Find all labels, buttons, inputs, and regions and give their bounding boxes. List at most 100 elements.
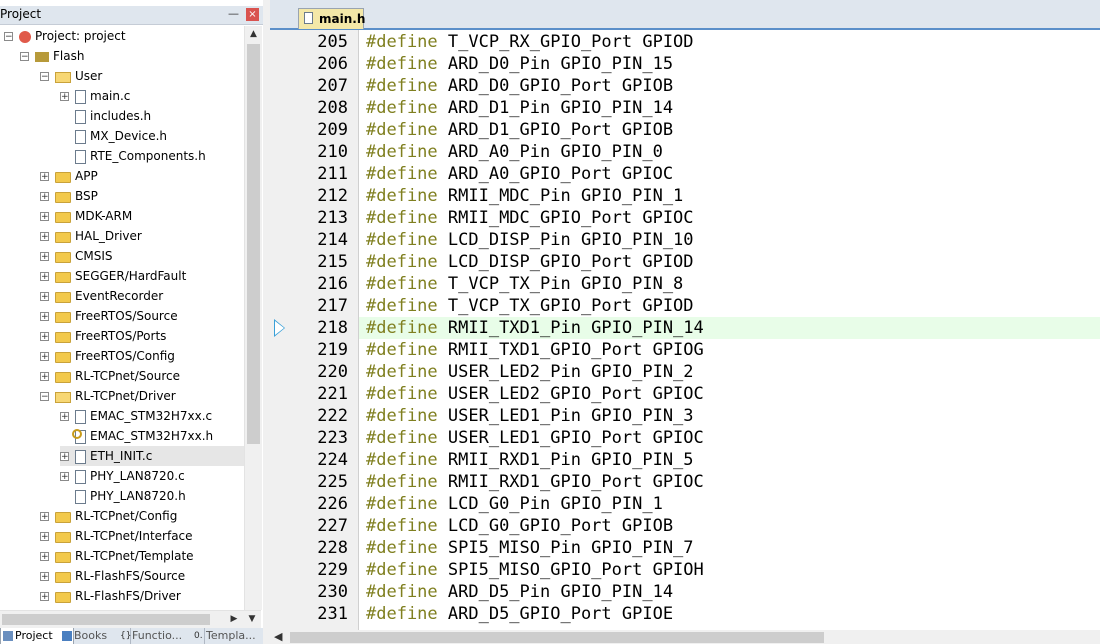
code-line[interactable]: #define T_VCP_TX_Pin GPIO_PIN_8	[359, 273, 1100, 295]
expand-icon[interactable]: +	[40, 192, 49, 202]
tree-item[interactable]: − Flash	[20, 46, 84, 66]
tree-item[interactable]: + ETH_INIT.c	[60, 446, 244, 466]
code-line[interactable]: #define RMII_TXD1_Pin GPIO_PIN_14	[359, 317, 1100, 339]
tab-templates[interactable]: 0. Templa...	[192, 628, 263, 644]
expand-icon[interactable]: +	[40, 252, 49, 262]
code-line[interactable]: #define USER_LED2_GPIO_Port GPIOC	[359, 383, 1100, 405]
code-line[interactable]: #define USER_LED1_GPIO_Port GPIOC	[359, 427, 1100, 449]
panel-splitter[interactable]	[263, 0, 270, 644]
tree-item[interactable]: + RL-FlashFS/Source	[40, 566, 185, 586]
editor-horizontal-scroll-thumb[interactable]	[290, 632, 824, 643]
code-line[interactable]: #define LCD_DISP_GPIO_Port GPIOD	[359, 251, 1100, 273]
expand-icon[interactable]: +	[40, 572, 49, 582]
editor-horizontal-scrollbar[interactable]: ◀	[270, 630, 1100, 644]
scroll-left-arrow-icon[interactable]: ◀	[274, 630, 282, 644]
tree-item[interactable]: − RL-TCPnet/Driver	[40, 386, 176, 406]
expand-icon[interactable]: +	[40, 292, 49, 302]
tree-item[interactable]: + FreeRTOS/Source	[40, 306, 178, 326]
tree-vertical-scroll-thumb[interactable]	[247, 44, 260, 444]
pin-icon[interactable]: —	[228, 7, 239, 20]
tree-vertical-scrollbar[interactable]: ▲	[244, 26, 262, 610]
expand-icon[interactable]: +	[60, 412, 69, 422]
expand-icon[interactable]: +	[60, 452, 69, 462]
tree-horizontal-scroll-thumb[interactable]	[2, 614, 210, 625]
code-line[interactable]: #define ARD_A0_GPIO_Port GPIOC	[359, 163, 1100, 185]
tree-item[interactable]: + RL-TCPnet/Config	[40, 506, 177, 526]
code-line[interactable]: #define ARD_D1_Pin GPIO_PIN_14	[359, 97, 1100, 119]
tree-item[interactable]: + main.c	[60, 86, 130, 106]
collapse-icon[interactable]: −	[40, 392, 49, 402]
code-line[interactable]: #define USER_LED2_Pin GPIO_PIN_2	[359, 361, 1100, 383]
tree-item[interactable]: + APP	[40, 166, 98, 186]
expand-icon[interactable]: +	[40, 272, 49, 282]
tree-item[interactable]: EMAC_STM32H7xx.h	[60, 426, 213, 446]
scroll-down-arrow-icon[interactable]: ▼	[245, 611, 259, 628]
expand-icon[interactable]: +	[40, 372, 49, 382]
tree-item[interactable]: + FreeRTOS/Config	[40, 346, 175, 366]
scroll-up-arrow-icon[interactable]: ▲	[245, 26, 262, 43]
expand-icon[interactable]: +	[40, 312, 49, 322]
tree-item[interactable]: MX_Device.h	[60, 126, 167, 146]
tree-item[interactable]: − User	[40, 66, 102, 86]
code-line[interactable]: #define LCD_G0_Pin GPIO_PIN_1	[359, 493, 1100, 515]
tree-item[interactable]: + FreeRTOS/Ports	[40, 326, 166, 346]
code-line[interactable]: #define RMII_TXD1_GPIO_Port GPIOG	[359, 339, 1100, 361]
define-keyword: #define	[366, 120, 438, 140]
code-line[interactable]: #define ARD_D5_GPIO_Port GPIOE	[359, 603, 1100, 625]
tree-item[interactable]: + CMSIS	[40, 246, 113, 266]
code-line[interactable]: #define ARD_D1_GPIO_Port GPIOB	[359, 119, 1100, 141]
code-line[interactable]: #define USER_LED1_Pin GPIO_PIN_3	[359, 405, 1100, 427]
expand-icon[interactable]: +	[60, 92, 69, 102]
code-line[interactable]: #define T_VCP_TX_GPIO_Port GPIOD	[359, 295, 1100, 317]
expand-icon[interactable]: +	[60, 472, 69, 482]
tree-item[interactable]: + PHY_LAN8720.c	[60, 466, 185, 486]
define-keyword: #define	[366, 340, 438, 360]
code-line[interactable]: #define T_VCP_RX_GPIO_Port GPIOD	[359, 31, 1100, 53]
collapse-icon[interactable]: −	[40, 72, 49, 82]
tree-item[interactable]: + RL-TCPnet/Interface	[40, 526, 193, 546]
tree-item[interactable]: + BSP	[40, 186, 98, 206]
tree-item[interactable]: + RL-TCPnet/Template	[40, 546, 194, 566]
tree-item[interactable]: + EMAC_STM32H7xx.c	[60, 406, 212, 426]
expand-icon[interactable]: +	[40, 172, 49, 182]
expand-icon[interactable]: +	[40, 212, 49, 222]
collapse-icon[interactable]: −	[4, 32, 13, 42]
scroll-right-arrow-icon[interactable]: ▶	[227, 611, 241, 628]
code-line[interactable]: #define RMII_RXD1_GPIO_Port GPIOC	[359, 471, 1100, 493]
tree-horizontal-scrollbar[interactable]: ▶ ▼	[0, 610, 261, 628]
tree-item[interactable]: PHY_LAN8720.h	[60, 486, 186, 506]
close-panel-button[interactable]: ×	[246, 8, 259, 21]
code-line[interactable]: #define ARD_D0_Pin GPIO_PIN_15	[359, 53, 1100, 75]
macro-definition: LCD_G0_Pin GPIO_PIN_1	[437, 494, 663, 514]
code-line[interactable]: #define ARD_A0_Pin GPIO_PIN_0	[359, 141, 1100, 163]
expand-icon[interactable]: +	[40, 532, 49, 542]
code-line[interactable]: #define ARD_D5_Pin GPIO_PIN_14	[359, 581, 1100, 603]
tree-item[interactable]: includes.h	[60, 106, 151, 126]
code-line[interactable]: #define ARD_D0_GPIO_Port GPIOB	[359, 75, 1100, 97]
code-line[interactable]: #define RMII_MDC_GPIO_Port GPIOC	[359, 207, 1100, 229]
tab-main-h[interactable]: main.h	[298, 8, 365, 29]
expand-icon[interactable]: +	[40, 592, 49, 602]
expand-icon[interactable]: +	[40, 332, 49, 342]
tree-item[interactable]: + MDK-ARM	[40, 206, 132, 226]
tree-item[interactable]: − Project: project	[4, 26, 126, 46]
code-line[interactable]: #define RMII_RXD1_Pin GPIO_PIN_5	[359, 449, 1100, 471]
tree-item[interactable]: + HAL_Driver	[40, 226, 142, 246]
tree-item[interactable]: RTE_Components.h	[60, 146, 206, 166]
tree-item[interactable]: + EventRecorder	[40, 286, 163, 306]
collapse-icon[interactable]: −	[20, 52, 29, 62]
code-line[interactable]: #define SPI5_MISO_Pin GPIO_PIN_7	[359, 537, 1100, 559]
code-line[interactable]: #define RMII_MDC_Pin GPIO_PIN_1	[359, 185, 1100, 207]
expand-icon[interactable]: +	[40, 352, 49, 362]
expand-icon[interactable]: +	[40, 512, 49, 522]
code-area[interactable]: #define T_VCP_RX_GPIO_Port GPIOD #define …	[359, 30, 1100, 630]
code-line[interactable]: #define LCD_G0_GPIO_Port GPIOB	[359, 515, 1100, 537]
tree-item[interactable]: + SEGGER/HardFault	[40, 266, 186, 286]
macro-definition: ARD_D1_Pin GPIO_PIN_14	[437, 98, 674, 118]
code-line[interactable]: #define SPI5_MISO_GPIO_Port GPIOH	[359, 559, 1100, 581]
tree-item[interactable]: + RL-FlashFS/Driver	[40, 586, 181, 606]
tree-item[interactable]: + RL-TCPnet/Source	[40, 366, 180, 386]
expand-icon[interactable]: +	[40, 232, 49, 242]
expand-icon[interactable]: +	[40, 552, 49, 562]
code-line[interactable]: #define LCD_DISP_Pin GPIO_PIN_10	[359, 229, 1100, 251]
